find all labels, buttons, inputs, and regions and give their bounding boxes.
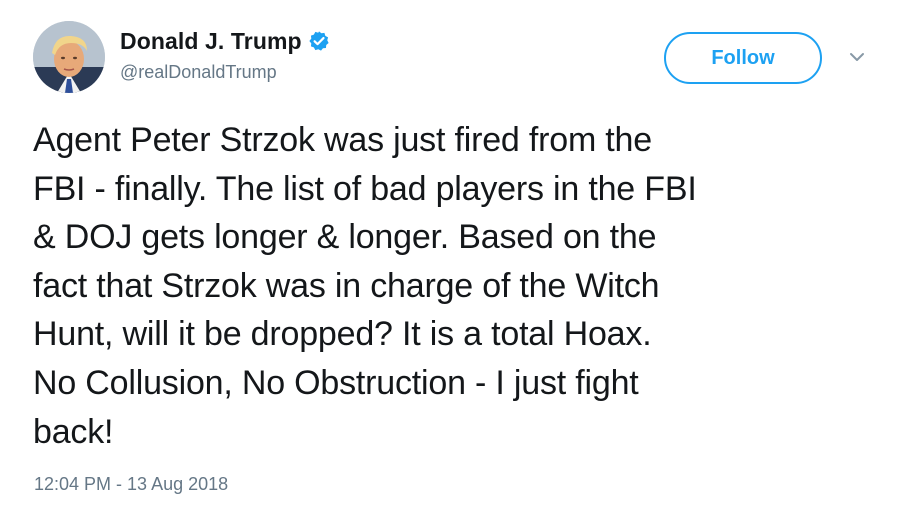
profile-photo-icon: [33, 21, 105, 93]
name-row: Donald J. Trump: [120, 24, 330, 58]
chevron-down-icon[interactable]: [846, 46, 868, 68]
user-handle[interactable]: @realDonaldTrump: [120, 62, 330, 83]
tweet-text-line: Hunt, will it be dropped? It is a total …: [33, 315, 652, 354]
avatar[interactable]: [33, 21, 105, 93]
tweet-timestamp[interactable]: 12:04 PM - 13 Aug 2018: [34, 474, 228, 495]
follow-button[interactable]: Follow: [664, 32, 822, 84]
tweet-card: Donald J. Trump @realDonaldTrump Follow …: [0, 0, 902, 514]
verified-badge-icon: [308, 30, 330, 52]
tweet-text: Agent Peter Strzok was just fired from t…: [33, 116, 883, 456]
tweet-text-line: back!: [33, 412, 114, 451]
tweet-text-line: Agent Peter Strzok was just fired from t…: [33, 121, 652, 159]
display-name[interactable]: Donald J. Trump: [120, 28, 302, 55]
tweet-text-line: No Collusion, No Obstruction - I just fi…: [33, 363, 639, 402]
tweet-text-line: FBI - finally. The list of bad players i…: [33, 169, 697, 208]
tweet-text-line: & DOJ gets longer & longer. Based on the: [33, 218, 657, 257]
tweet-text-line: fact that Strzok was in charge of the Wi…: [33, 266, 660, 305]
author-info: Donald J. Trump @realDonaldTrump: [120, 24, 330, 83]
